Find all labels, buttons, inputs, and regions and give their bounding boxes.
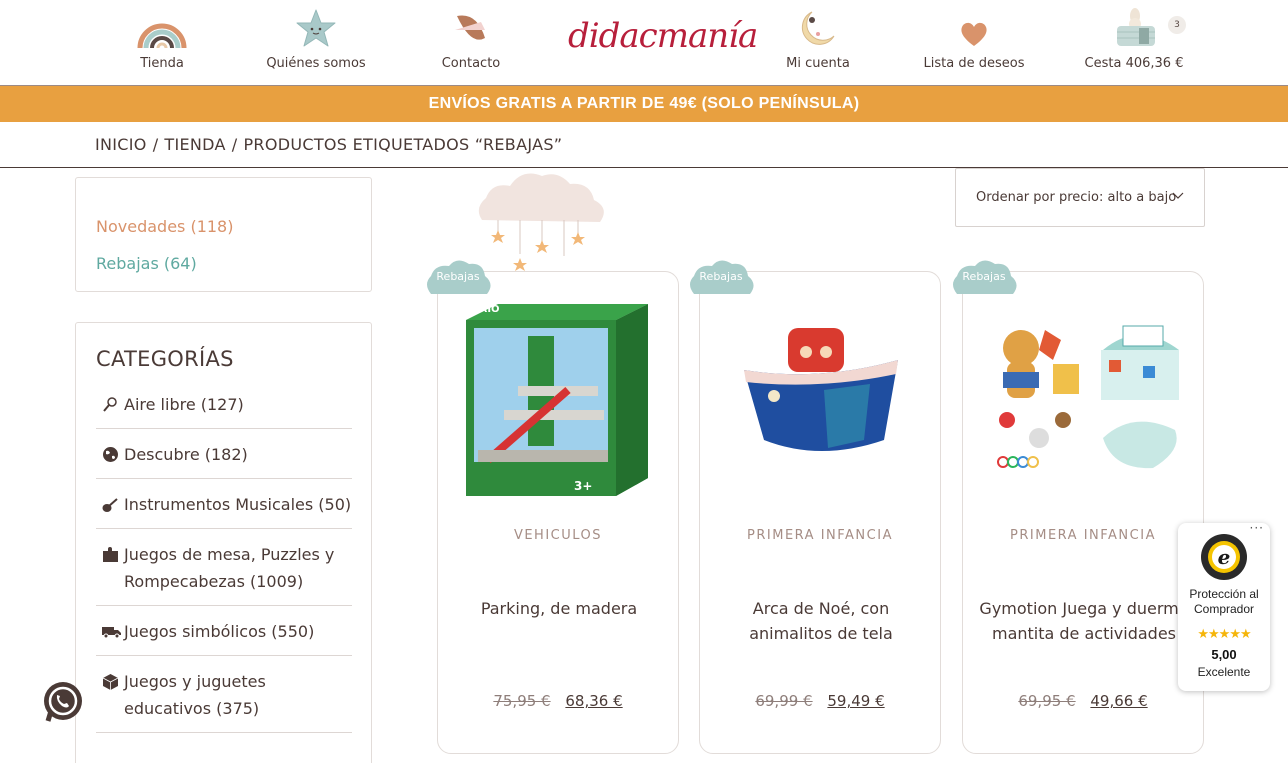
- nav-wishlist-label: Lista de deseos: [923, 56, 1025, 71]
- svg-text:3+: 3+: [574, 479, 592, 493]
- breadcrumb-separator: /: [231, 135, 238, 154]
- whatsapp-icon: [44, 682, 82, 722]
- product-image[interactable]: [720, 290, 920, 500]
- product-name[interactable]: Parking, de madera: [448, 596, 670, 621]
- nav-account-label: Mi cuenta: [786, 56, 850, 71]
- category-label: Instrumentos Musicales (50): [124, 495, 352, 514]
- category-item[interactable]: Juegos y juguetes educativos (375): [96, 656, 352, 733]
- whatsapp-button[interactable]: [42, 681, 84, 723]
- sale-badge: Rebajas: [423, 258, 493, 294]
- svg-text:e: e: [1218, 545, 1231, 569]
- category-label: Juegos simbólicos (550): [124, 622, 315, 641]
- sale-badge-label: Rebajas: [699, 270, 743, 283]
- category-label: Juegos y juguetes educativos (375): [124, 672, 266, 718]
- site-logo[interactable]: didacmanía: [568, 16, 758, 64]
- tag-filter-box: Novedades (118) Rebajas (64): [75, 177, 372, 292]
- trusted-shops-widget[interactable]: ··· e Protección al Comprador ★★★★★ 5,00…: [1178, 521, 1270, 691]
- sale-badge-label: Rebajas: [436, 270, 480, 283]
- rating-label: Excelente: [1197, 665, 1251, 679]
- sale-badge: Rebajas: [686, 258, 756, 294]
- truck-icon: [102, 618, 124, 645]
- trusted-shops-title: Protección al Comprador: [1189, 587, 1259, 616]
- nav-about[interactable]: Quiénes somos: [266, 0, 366, 86]
- sale-badge-label: Rebajas: [962, 270, 1006, 283]
- category-item[interactable]: Aire libre (127): [96, 379, 352, 429]
- rainbow-icon: [136, 0, 188, 50]
- chevron-down-icon: [1172, 189, 1184, 204]
- category-label: Juegos de mesa, Puzzles y Rompecabezas (…: [124, 545, 335, 591]
- product-card[interactable]: PRIMERA INFANCIA Gymotion Juega y duerme…: [962, 271, 1204, 754]
- breadcrumb-home[interactable]: INICIO: [95, 135, 147, 154]
- rating-score: 5,00: [1211, 647, 1237, 662]
- nav-contact-label: Contacto: [441, 56, 501, 71]
- category-item[interactable]: Juegos simbólicos (550): [96, 606, 352, 656]
- product-sale-price: 68,36 €: [565, 692, 623, 710]
- nav-wishlist[interactable]: Lista de deseos: [922, 0, 1026, 86]
- sort-select-value: Ordenar por precio: alto a bajo: [976, 190, 1177, 205]
- category-item[interactable]: Descubre (182): [96, 429, 352, 479]
- product-name[interactable]: Arca de Noé, con animalitos de tela: [710, 596, 932, 646]
- nav-about-label: Quiénes somos: [266, 56, 366, 71]
- star-icon: [295, 0, 337, 50]
- svg-text:BRIO: BRIO: [472, 304, 500, 315]
- breadcrumb: INICIO / TIENDA / PRODUCTOS ETIQUETADOS …: [0, 122, 1288, 168]
- product-image[interactable]: [983, 290, 1183, 500]
- nav-contact[interactable]: Contacto: [436, 0, 506, 86]
- product-old-price: 75,95 €: [493, 692, 551, 710]
- site-header: Tienda Quiénes somos Contacto didacmanía: [0, 0, 1288, 86]
- rating-stars: ★★★★★: [1197, 627, 1251, 642]
- more-options-icon[interactable]: ···: [1250, 521, 1264, 535]
- product-card[interactable]: BRIO 3+ VEHICULOS Parking, de madera 75,…: [437, 271, 679, 754]
- product-image[interactable]: BRIO 3+: [458, 290, 658, 500]
- moon-icon: [798, 0, 838, 50]
- filter-sale-link[interactable]: Rebajas (64): [96, 245, 351, 282]
- product-category[interactable]: VEHICULOS: [438, 528, 678, 543]
- racket-icon: [102, 391, 124, 418]
- shipping-banner: ENVÍOS GRATIS A PARTIR DE 49€ (SOLO PENÍ…: [0, 86, 1288, 122]
- globe-icon: [102, 441, 124, 468]
- product-sale-price: 59,49 €: [827, 692, 885, 710]
- sort-select[interactable]: Ordenar por precio: alto a bajo: [955, 168, 1205, 227]
- breadcrumb-current: PRODUCTOS ETIQUETADOS “REBAJAS”: [243, 135, 563, 154]
- nav-cart[interactable]: 3 Cesta 406,36 €: [1084, 0, 1186, 86]
- filter-new-link[interactable]: Novedades (118): [96, 208, 351, 245]
- product-category[interactable]: PRIMERA INFANCIA: [700, 528, 940, 543]
- product-old-price: 69,99 €: [755, 692, 813, 710]
- product-sale-price: 49,66 €: [1090, 692, 1148, 710]
- product-price: 69,99 € 59,49 €: [700, 692, 940, 710]
- product-price: 69,95 € 49,66 €: [963, 692, 1203, 710]
- product-name[interactable]: Gymotion Juega y duerme mantita de activ…: [973, 596, 1195, 646]
- guitar-icon: [102, 491, 124, 518]
- product-old-price: 69,95 €: [1018, 692, 1076, 710]
- cart-count-badge: 3: [1168, 16, 1186, 34]
- category-item[interactable]: Instrumentos Musicales (50): [96, 479, 352, 529]
- category-label: Aire libre (127): [124, 395, 244, 414]
- nav-shop[interactable]: Tienda: [126, 0, 198, 86]
- sale-badge: Rebajas: [949, 258, 1019, 294]
- breadcrumb-separator: /: [152, 135, 159, 154]
- product-card[interactable]: PRIMERA INFANCIA Arca de Noé, con animal…: [699, 271, 941, 754]
- trusted-shops-seal-icon: e: [1200, 533, 1248, 585]
- category-item[interactable]: Juegos de mesa, Puzzles y Rompecabezas (…: [96, 529, 352, 606]
- breadcrumb-shop[interactable]: TIENDA: [164, 135, 225, 154]
- box-icon: [102, 668, 124, 695]
- puzzle-icon: [102, 541, 124, 568]
- heart-icon: [959, 0, 989, 50]
- nav-shop-label: Tienda: [140, 56, 184, 71]
- basket-icon: [1109, 0, 1159, 50]
- product-price: 75,95 € 68,36 €: [438, 692, 678, 710]
- categories-box: CATEGORÍAS Aire libre (127) Descubre (18…: [75, 322, 372, 763]
- category-label: Descubre (182): [124, 445, 248, 464]
- nav-cart-label: Cesta 406,36 €: [1084, 56, 1184, 71]
- nav-account[interactable]: Mi cuenta: [782, 0, 854, 86]
- categories-title: CATEGORÍAS: [96, 347, 234, 371]
- product-category[interactable]: PRIMERA INFANCIA: [963, 528, 1203, 543]
- envelope-bird-icon: [451, 0, 491, 50]
